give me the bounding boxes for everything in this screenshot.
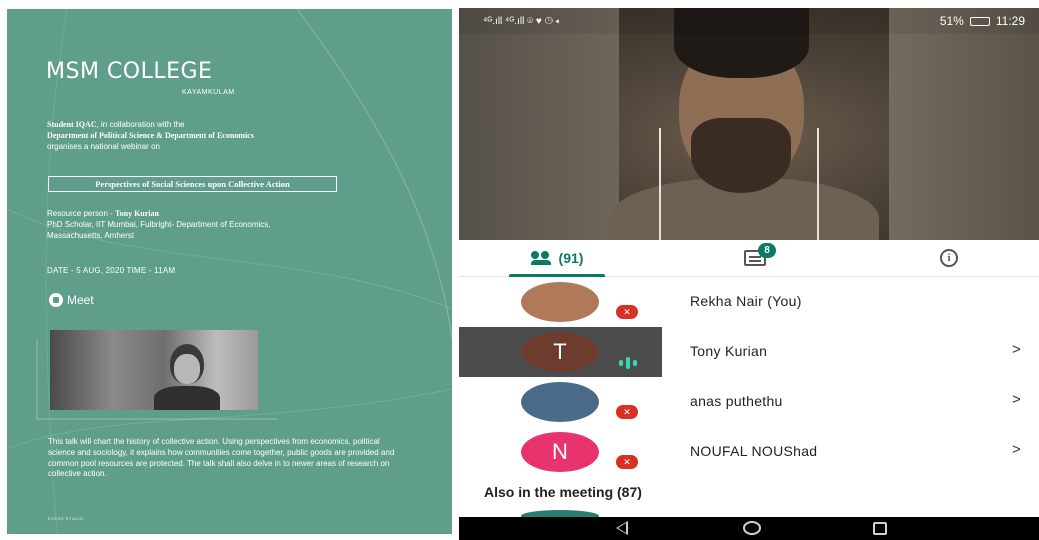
back-icon[interactable]: [616, 521, 628, 535]
chat-badge: 8: [758, 243, 776, 258]
meet-camera-icon: [49, 293, 63, 307]
battery-icon: [969, 16, 990, 26]
departments-label: Department of Political Science & Depart…: [47, 131, 254, 140]
recent-apps-icon[interactable]: [873, 522, 887, 535]
avatar-letter: N: [552, 439, 568, 464]
participant-name: anas puthethu: [690, 393, 783, 409]
battery-percent: 51%: [939, 14, 964, 28]
resource-person: Resource person - Tony Kurian PhD Schola…: [47, 208, 377, 241]
meet-phone-screen: ⁴ᴳ.ıll ⁴ᴳ.ıll ⌾ ♥ ◷ ◂ 51% 11:29 (91) 8 i…: [459, 8, 1039, 540]
info-icon: i: [940, 249, 958, 267]
avatar-letter: [521, 282, 599, 322]
mic-muted-icon: ✕: [616, 455, 638, 469]
talk-description: This talk will chart the history of coll…: [48, 437, 395, 479]
participant-row[interactable]: T Tony Kurian >: [459, 327, 1039, 377]
avatar-letter: T: [553, 339, 567, 364]
speaker-video[interactable]: [459, 8, 1039, 240]
participant-name: Tony Kurian: [690, 343, 768, 359]
meet-logo: Meet: [49, 292, 94, 308]
org-line1-rest: , in collaboration with the: [96, 120, 185, 129]
participant-avatar: N: [521, 432, 599, 472]
participant-tile: T: [459, 327, 662, 377]
date-time: DATE - 5 AUG, 2020 TIME - 11AM: [47, 266, 176, 275]
poster-title: MSM COLLEGE: [46, 59, 213, 84]
meet-label: Meet: [67, 293, 94, 307]
poster-subtitle: KAYAMKULAM: [182, 89, 235, 96]
people-count: (91): [558, 250, 584, 266]
mic-muted-icon: ✕: [616, 305, 638, 319]
home-icon[interactable]: [743, 521, 761, 535]
chevron-right-icon[interactable]: >: [1012, 341, 1021, 358]
people-icon: [530, 251, 553, 265]
chevron-right-icon[interactable]: >: [1012, 441, 1021, 458]
also-in-meeting-header: Also in the meeting (87): [484, 484, 642, 500]
poster-brand: EVENS STUDIO: [48, 516, 84, 521]
android-nav-bar: [459, 517, 1039, 540]
tab-people[interactable]: (91): [509, 240, 605, 277]
webinar-poster: MSM COLLEGE KAYAMKULAM Student IQAC, in …: [7, 9, 452, 534]
status-bar: ⁴ᴳ.ıll ⁴ᴳ.ıll ⌾ ♥ ◷ ◂ 51% 11:29: [459, 8, 1039, 34]
resource-line2: PhD Scholar, IIT Mumbai, Fulbright- Depa…: [47, 220, 271, 229]
participant-avatar: [521, 382, 599, 422]
webinar-topic: Perspectives of Social Sciences upon Col…: [48, 176, 337, 192]
participant-tile: ✕: [459, 377, 662, 427]
participant-name: NOUFAL NOUShad: [690, 443, 818, 459]
participant-tile: N ✕: [459, 427, 662, 477]
participant-avatar: [521, 282, 599, 322]
speaker-photo: [50, 330, 258, 410]
mic-muted-icon: ✕: [616, 405, 638, 419]
iqac-label: Student IQAC: [47, 120, 97, 129]
resource-prefix: Resource person -: [47, 209, 116, 218]
participant-avatar: T: [521, 332, 599, 372]
avatar-letter: [521, 382, 599, 422]
poster-organisers: Student IQAC, in collaboration with the …: [47, 119, 377, 152]
participant-row[interactable]: ✕ Rekha Nair (You): [459, 277, 1039, 327]
org-line3: organises a national webinar on: [47, 142, 160, 151]
participant-row[interactable]: ✕ anas puthethu >: [459, 377, 1039, 427]
status-time: 11:29: [995, 14, 1025, 28]
tab-info[interactable]: i: [929, 240, 969, 276]
meet-tabs: (91) 8 i: [459, 240, 1039, 277]
speaking-indicator-icon: [619, 357, 637, 369]
signal-indicators-icon: ⁴ᴳ.ıll ⁴ᴳ.ıll ⌾ ♥ ◷ ◂: [483, 15, 560, 27]
resource-name: Tony Kurian: [115, 209, 159, 218]
participant-row[interactable]: N ✕ NOUFAL NOUShad >: [459, 427, 1039, 477]
participant-name: Rekha Nair (You): [690, 293, 802, 309]
chevron-right-icon[interactable]: >: [1012, 391, 1021, 408]
resource-line3: Massachusetts, Amherst: [47, 231, 135, 240]
tab-chat[interactable]: 8: [735, 240, 776, 276]
participant-tile: ✕: [459, 277, 662, 327]
participant-list: ✕ Rekha Nair (You) T Tony Kurian > ✕ anas puth…: [459, 277, 1039, 477]
